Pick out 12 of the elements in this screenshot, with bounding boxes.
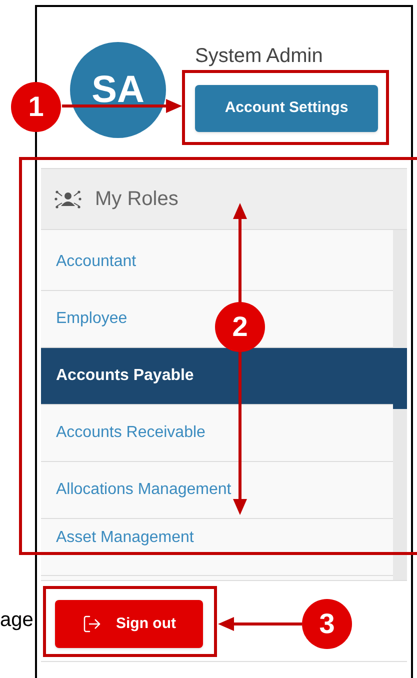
account-settings-button[interactable]: Account Settings [195, 85, 378, 132]
user-name: System Admin [195, 46, 323, 66]
people-icon [53, 188, 83, 210]
role-item[interactable]: Accounts Payable [41, 348, 393, 405]
sign-out-button[interactable]: Sign out [55, 600, 203, 648]
scrollbar-thumb[interactable] [393, 348, 407, 409]
sign-out-icon [82, 614, 102, 634]
avatar: SA [70, 42, 166, 138]
page-text: age [0, 610, 34, 630]
roles-title: My Roles [95, 187, 178, 212]
callout-badge: 1 [11, 82, 61, 132]
scrollbar[interactable] [393, 230, 407, 580]
